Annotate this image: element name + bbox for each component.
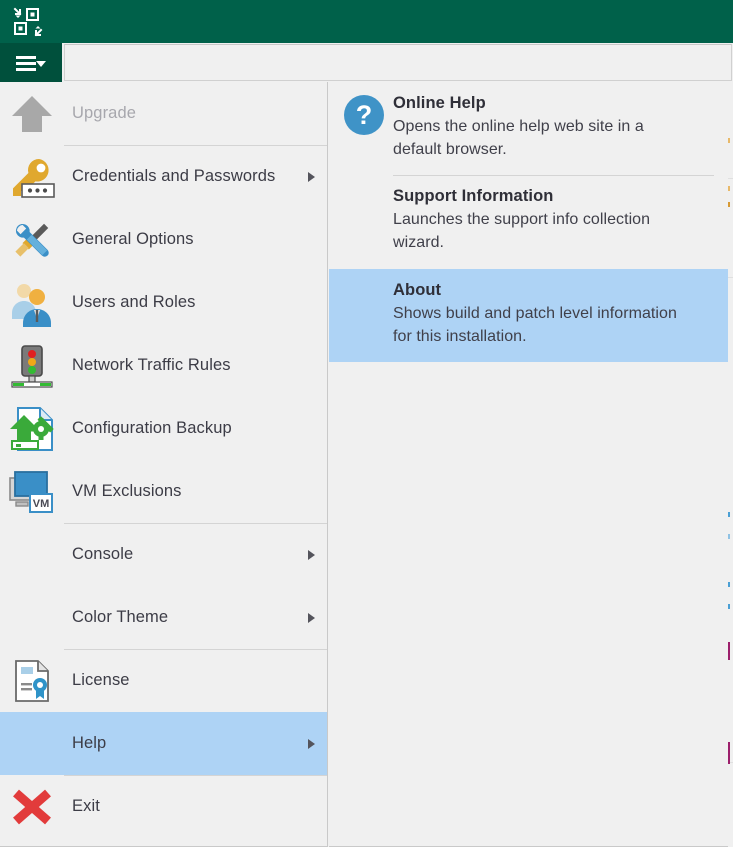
upgrade-arrow-icon — [8, 90, 56, 138]
menu-item-color-theme[interactable]: Color Theme — [0, 586, 327, 649]
main-menu-panel: Upgrade Credentials and Passwords Genera… — [0, 82, 328, 847]
title-bar — [0, 0, 733, 43]
submenu-item-online-help[interactable]: ? Online Help Opens the online help web … — [329, 82, 728, 175]
submenu-separator — [393, 175, 714, 177]
menu-item-label: Users and Roles — [72, 293, 196, 311]
submenu-item-description: Opens the online help web site in a defa… — [393, 118, 644, 158]
traffic-light-icon — [8, 342, 56, 390]
license-certificate-icon — [8, 657, 56, 705]
menu-item-label: Color Theme — [72, 608, 169, 626]
menu-item-label: Configuration Backup — [72, 419, 232, 437]
menu-item-configuration-backup[interactable]: Configuration Backup — [0, 397, 327, 460]
svg-text:VM: VM — [33, 498, 50, 510]
submenu-item-about[interactable]: About Shows build and patch level inform… — [329, 268, 728, 363]
menu-item-label: Console — [72, 545, 134, 563]
menu-item-upgrade[interactable]: Upgrade — [0, 82, 327, 145]
hamburger-menu-icon — [16, 54, 46, 72]
menu-item-label: General Options — [72, 230, 194, 248]
question-mark-circle-icon: ? — [343, 94, 385, 136]
help-submenu-panel: ? Online Help Opens the online help web … — [329, 82, 728, 847]
users-group-icon — [8, 279, 56, 327]
ribbon-row — [0, 43, 733, 82]
key-password-icon — [8, 153, 56, 201]
submenu-item-description: Shows build and patch level information … — [393, 304, 677, 345]
submenu-item-description: Launches the support info collection wiz… — [393, 211, 651, 252]
menu-item-label: VM Exclusions — [72, 482, 182, 500]
red-x-exit-icon — [8, 783, 56, 831]
application-window: Upgrade Credentials and Passwords Genera… — [0, 0, 733, 847]
menu-item-help[interactable]: Help — [0, 712, 327, 775]
veeam-logo-icon — [13, 7, 43, 37]
menu-separator — [64, 523, 327, 524]
submenu-item-title: Online Help — [393, 94, 486, 112]
submenu-item-title: Support Information — [393, 187, 554, 206]
submenu-item-support-information[interactable]: Support Information Launches the support… — [329, 175, 728, 268]
menu-item-label: Credentials and Passwords — [72, 167, 276, 185]
menu-item-users-and-roles[interactable]: Users and Roles — [0, 271, 327, 334]
menu-item-license[interactable]: License — [0, 649, 327, 712]
menu-separator — [64, 145, 327, 146]
chevron-right-icon — [308, 738, 315, 749]
menu-separator — [64, 775, 327, 776]
menu-item-label: Network Traffic Rules — [72, 356, 231, 374]
menu-item-general-options[interactable]: General Options — [0, 208, 327, 271]
menu-separator — [64, 649, 327, 650]
menu-item-credentials-and-passwords[interactable]: Credentials and Passwords — [0, 145, 327, 208]
menu-item-vm-exclusions[interactable]: VM VM Exclusions — [0, 460, 327, 523]
menu-item-console[interactable]: Console — [0, 523, 327, 586]
vm-monitor-icon: VM — [8, 468, 56, 516]
menu-item-exit[interactable]: Exit — [0, 775, 327, 838]
menu-item-label: Exit — [72, 797, 100, 815]
menu-item-network-traffic-rules[interactable]: Network Traffic Rules — [0, 334, 327, 397]
wrench-screwdriver-icon — [8, 216, 56, 264]
svg-text:?: ? — [356, 100, 373, 130]
menu-item-label: Upgrade — [72, 104, 136, 122]
chevron-right-icon — [308, 171, 315, 182]
menu-item-label: Help — [72, 734, 107, 752]
submenu-item-title: About — [393, 280, 442, 299]
config-backup-icon — [8, 405, 56, 453]
ribbon-field[interactable] — [64, 44, 732, 81]
main-menu-button[interactable] — [0, 43, 62, 82]
chevron-right-icon — [308, 612, 315, 623]
menu-item-label: License — [72, 671, 130, 689]
chevron-right-icon — [308, 549, 315, 560]
